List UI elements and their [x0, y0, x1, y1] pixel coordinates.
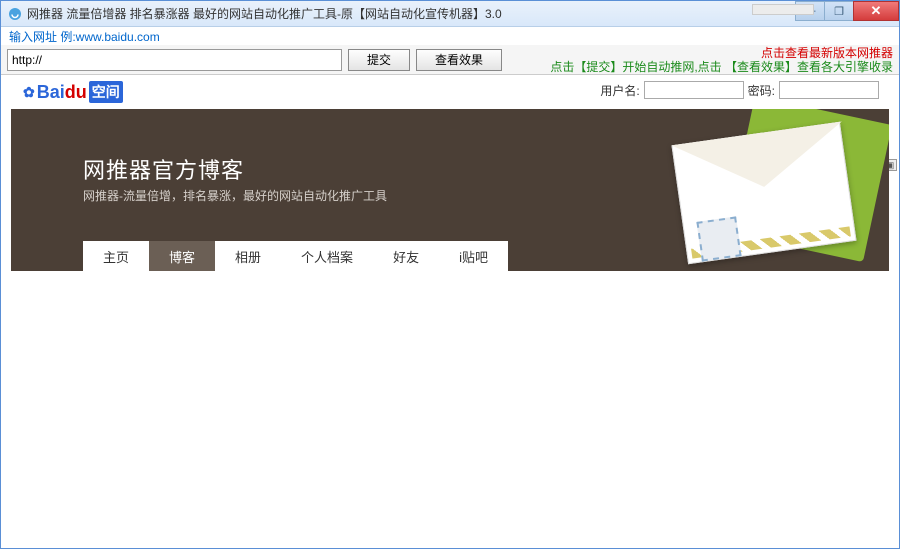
close-button[interactable]: ✕: [853, 1, 899, 21]
nav-tab-3[interactable]: 个人档案: [281, 241, 373, 271]
username-input[interactable]: [644, 81, 744, 99]
app-icon: [7, 6, 23, 22]
password-label: 密码:: [748, 82, 775, 99]
stamp-icon: [696, 216, 741, 261]
blog-nav: 主页博客相册个人档案好友i贴吧: [83, 241, 508, 271]
blog-banner: 网推器官方博客 网推器-流量倍增，排名暴涨，最好的网站自动化推广工具 Baidu…: [11, 109, 889, 271]
app-window: 网推器 流量倍增器 排名暴涨器 最好的网站自动化推广工具-原【网站自动化宣传机器…: [0, 0, 900, 549]
logo-du: du: [65, 82, 87, 103]
browser-content: ✿ Baidu 空间 用户名: 密码: ▣ 网推器官方博客 网推器-流量倍增，排…: [1, 75, 899, 548]
nav-tab-0[interactable]: 主页: [83, 241, 149, 271]
maximize-button[interactable]: ❐: [824, 1, 854, 21]
nav-tab-2[interactable]: 相册: [215, 241, 281, 271]
view-effect-button[interactable]: 查看效果: [416, 49, 502, 71]
nav-tab-4[interactable]: 好友: [373, 241, 439, 271]
paw-icon: ✿: [23, 84, 35, 101]
logo-space: 空间: [89, 81, 123, 103]
url-input[interactable]: [7, 49, 342, 71]
username-label: 用户名:: [600, 82, 639, 99]
toolbar-right: 点击查看最新版本网推器 点击【提交】开始自动推网,点击 【查看效果】查看各大引擎…: [550, 46, 893, 74]
envelope-flap: [671, 121, 849, 198]
baidu-space-logo[interactable]: ✿ Baidu 空间: [23, 81, 123, 103]
banner-subtitle: 网推器-流量倍增，排名暴涨，最好的网站自动化推广工具: [83, 187, 387, 204]
latest-version-link[interactable]: 点击查看最新版本网推器: [550, 46, 893, 60]
decoration-top: [752, 4, 814, 15]
url-hint: 输入网址 例:www.baidu.com: [1, 27, 899, 45]
nav-tab-1[interactable]: 博客: [149, 241, 215, 271]
submit-button[interactable]: 提交: [348, 49, 410, 71]
toolbar: 提交 查看效果 点击查看最新版本网推器 点击【提交】开始自动推网,点击 【查看效…: [1, 45, 899, 75]
banner-title: 网推器官方博客: [83, 153, 244, 185]
login-row: 用户名: 密码:: [1, 75, 899, 101]
window-title: 网推器 流量倍增器 排名暴涨器 最好的网站自动化推广工具-原【网站自动化宣传机器…: [27, 5, 796, 22]
usage-tip: 点击【提交】开始自动推网,点击 【查看效果】查看各大引擎收录: [550, 60, 893, 74]
logo-bai: Bai: [37, 82, 65, 103]
password-input[interactable]: [779, 81, 879, 99]
nav-tab-5[interactable]: i贴吧: [439, 241, 508, 271]
envelope-graphic: Baidu: [659, 109, 889, 271]
